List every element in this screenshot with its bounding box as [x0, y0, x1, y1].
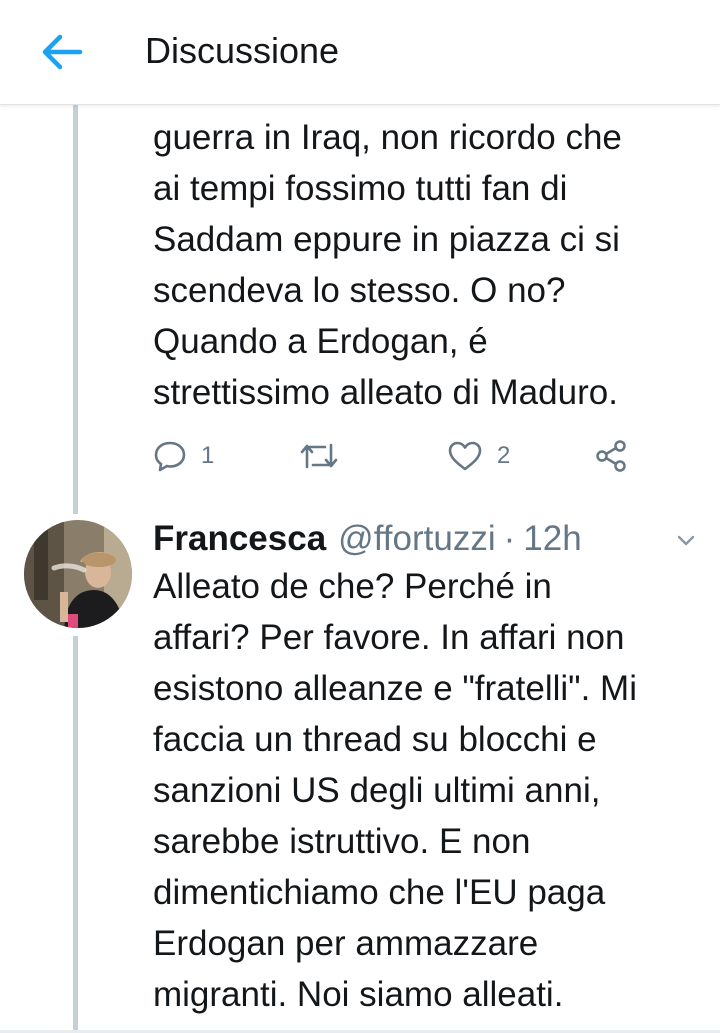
tweet-header: Francesca @ffortuzzi · 12h: [153, 514, 582, 564]
reply-icon: [154, 441, 186, 472]
back-button[interactable]: [26, 16, 98, 88]
thread-screen: Discussione guerra in Iraq, non ricordo …: [0, 0, 720, 1033]
thread-connector-line: [73, 104, 78, 514]
page-title: Discussione: [145, 30, 340, 71]
author-display-name[interactable]: Francesca: [153, 514, 326, 564]
tweet-text: guerra in Iraq, non ricordo che ai tempi…: [153, 118, 622, 412]
avatar[interactable]: [24, 520, 132, 628]
chevron-down-icon: [677, 535, 695, 546]
like-count: 2: [497, 442, 511, 469]
retweet-button[interactable]: [299, 434, 353, 478]
share-button[interactable]: [593, 434, 629, 478]
arrow-left-icon: [42, 34, 83, 70]
separator-dot: ·: [503, 519, 516, 558]
author-handle[interactable]: @ffortuzzi: [338, 514, 495, 564]
thread-connector-line: [73, 636, 78, 1033]
like-button[interactable]: 2: [447, 434, 510, 478]
tweet-actions: 1 2: [153, 434, 653, 478]
avatar-image: [24, 520, 132, 628]
share-icon: [596, 440, 626, 472]
tweet-text: Alleato de che? Perché in affari? Per fa…: [153, 567, 637, 1014]
retweet-icon: [300, 443, 338, 469]
reply-count: 1: [201, 442, 215, 469]
tweet-timestamp[interactable]: 12h: [523, 514, 581, 564]
heart-icon: [448, 441, 482, 471]
reply-button[interactable]: 1: [153, 434, 214, 478]
tweet-menu-button[interactable]: [668, 522, 704, 558]
top-app-bar: Discussione: [0, 0, 720, 105]
